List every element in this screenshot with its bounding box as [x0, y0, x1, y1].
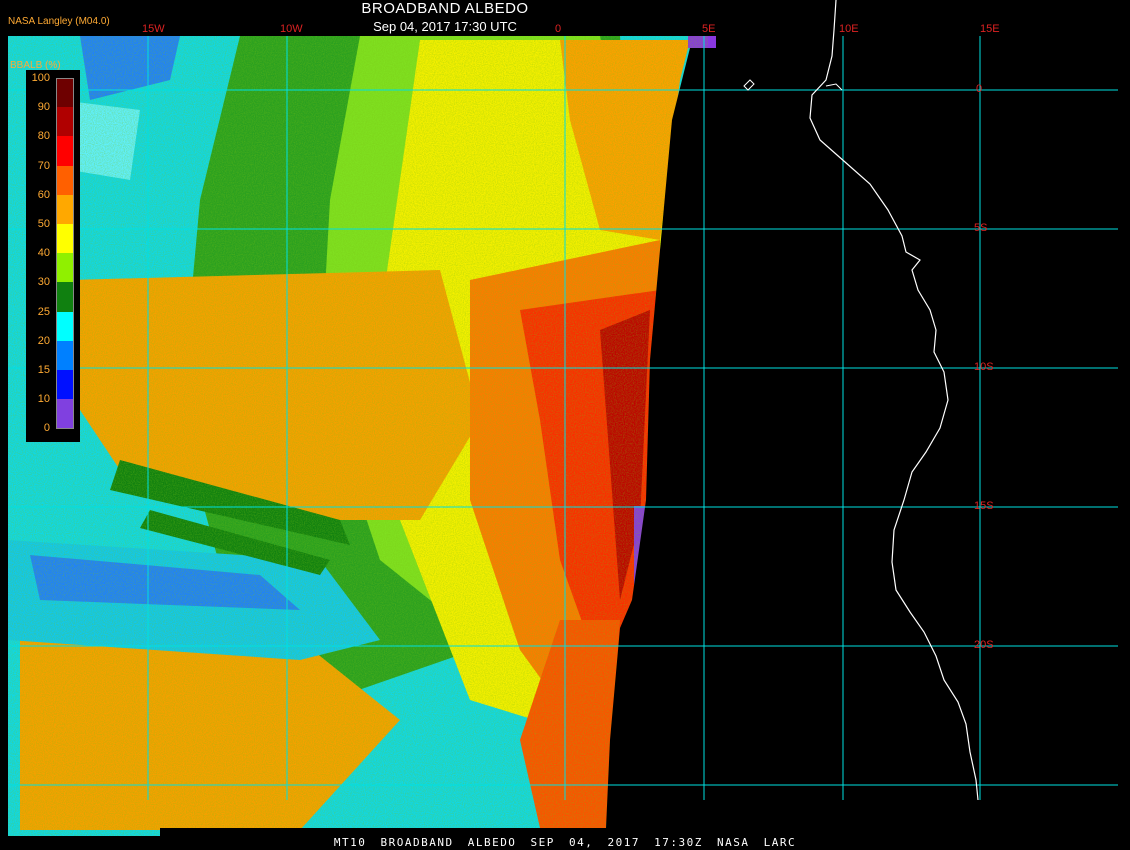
legend-tick-label: 60	[37, 188, 50, 201]
map-timestamp: Sep 04, 2017 17:30 UTC	[373, 19, 517, 34]
map-view: BROADBAND ALBEDO Sep 04, 2017 17:30 UTC …	[0, 0, 1130, 850]
legend-swatch	[56, 165, 74, 195]
legend-tick-label: 50	[37, 218, 50, 230]
longitude-label: 15W	[142, 23, 165, 35]
longitude-label: 0	[555, 23, 562, 35]
legend-swatch	[56, 78, 74, 109]
legend-tick-label: 15	[37, 364, 50, 376]
longitude-label: 5E	[702, 23, 716, 35]
credit-label: NASA Langley (M04.0)	[8, 16, 110, 27]
legend-swatch	[56, 282, 74, 312]
latitude-label: 15S	[974, 500, 994, 512]
footer-caption: MT10 BROADBAND ALBEDO SEP 04, 2017 17:30…	[333, 836, 797, 849]
legend-swatch	[56, 136, 74, 166]
legend-tick-label: 0	[43, 422, 50, 435]
legend-tick-label: 40	[37, 247, 50, 260]
latitude-label: 5S	[974, 222, 988, 234]
longitude-label: 15E	[980, 23, 1000, 35]
latitude-label: 20S	[974, 639, 994, 651]
legend-swatch	[56, 311, 74, 341]
legend-swatch	[56, 107, 74, 137]
map-title: BROADBAND ALBEDO	[361, 0, 529, 17]
legend-swatch	[56, 253, 74, 283]
legend-swatch	[56, 194, 74, 224]
legend-swatch	[56, 370, 74, 400]
longitude-label: 10W	[280, 23, 303, 35]
legend-tick-label: 70	[37, 159, 50, 172]
legend-tick-label: 80	[37, 130, 50, 143]
albedo-field	[8, 36, 716, 836]
legend-tick-label: 30	[37, 276, 50, 289]
color-legend: 100 90 80 70 60 50 40 30 25 20 15 10 0	[26, 70, 80, 442]
legend-swatch	[56, 340, 74, 370]
legend-swatch	[56, 224, 74, 254]
latitude-label: 0	[976, 83, 983, 95]
legend-tick-label: 25	[37, 305, 50, 318]
legend-tick-label: 90	[37, 101, 50, 114]
legend-tick-label: 20	[37, 334, 50, 347]
legend-tick-label: 100	[31, 72, 50, 84]
albedo-map-canvas	[0, 0, 1130, 850]
legend-tick-label: 10	[37, 393, 50, 406]
latitude-label: 10S	[974, 361, 994, 373]
legend-swatch	[56, 399, 74, 430]
longitude-label: 10E	[839, 23, 859, 35]
